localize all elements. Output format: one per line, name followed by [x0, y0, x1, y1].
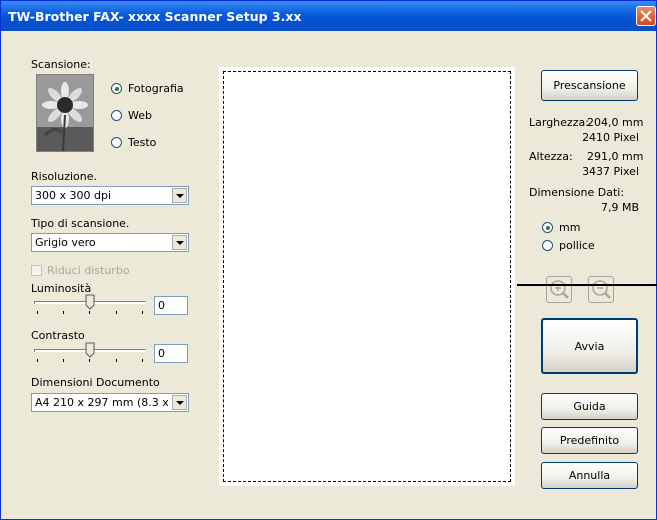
width-px-value: 2410 Pixel	[582, 131, 639, 144]
width-label: Larghezza:	[529, 116, 589, 129]
tick	[142, 359, 143, 362]
brightness-value: 0	[158, 299, 165, 312]
tick	[63, 359, 64, 362]
document-size-select[interactable]: A4 210 x 297 mm (8.3 x 11.	[31, 393, 189, 412]
brightness-input[interactable]: 0	[154, 296, 188, 315]
radio-photo[interactable]	[111, 83, 122, 94]
chevron-down-icon[interactable]	[172, 188, 187, 203]
start-button[interactable]: Avvia	[541, 318, 638, 374]
start-label: Avvia	[574, 340, 605, 353]
tick	[116, 359, 117, 362]
resolution-value: 300 x 300 dpi	[35, 189, 112, 202]
tick	[37, 359, 38, 362]
brightness-slider-thumb[interactable]	[85, 294, 95, 310]
resolution-label: Risoluzione.	[31, 170, 97, 183]
noise-reduction-checkbox[interactable]	[31, 265, 42, 276]
default-button[interactable]: Predefinito	[541, 427, 638, 454]
cancel-label: Annulla	[568, 469, 611, 482]
scan-type-select[interactable]: Grigio vero	[31, 233, 189, 252]
document-size-label: Dimensioni Documento	[31, 376, 160, 389]
height-mm-value: 291,0 mm	[587, 150, 644, 163]
contrast-label: Contrasto	[31, 329, 85, 342]
radio-unit-inch[interactable]	[542, 240, 553, 251]
divider-line	[517, 284, 657, 286]
data-size-value: 7,9 MB	[600, 201, 639, 214]
close-icon	[640, 10, 652, 22]
radio-web[interactable]	[111, 110, 122, 121]
unit-inch-label: pollice	[559, 239, 595, 252]
help-label: Guida	[573, 400, 606, 413]
contrast-value: 0	[158, 347, 165, 360]
brightness-label: Luminosità	[31, 282, 92, 295]
chevron-down-icon[interactable]	[172, 395, 187, 410]
prescan-button[interactable]: Prescansione	[541, 70, 638, 101]
title-bar[interactable]: TW-Brother FAX- xxxx Scanner Setup 3.xx	[1, 1, 656, 31]
resolution-select[interactable]: 300 x 300 dpi	[31, 186, 189, 205]
tick	[63, 311, 64, 314]
window-title: TW-Brother FAX- xxxx Scanner Setup 3.xx	[8, 9, 302, 24]
scan-region[interactable]	[222, 70, 512, 483]
unit-mm-label: mm	[559, 221, 581, 234]
zoom-out-button[interactable]	[588, 276, 614, 303]
scan-type-label: Tipo di scansione.	[31, 217, 130, 230]
noise-reduction-label: Riduci disturbo	[47, 264, 130, 277]
radio-photo-label: Fotografia	[128, 82, 184, 95]
preview-area[interactable]	[219, 67, 515, 486]
zoom-out-icon	[592, 280, 611, 299]
scan-label: Scansione:	[31, 58, 91, 71]
close-button[interactable]	[636, 6, 656, 26]
zoom-in-button[interactable]	[546, 276, 572, 303]
data-size-label: Dimensione Dati:	[529, 186, 625, 199]
contrast-input[interactable]: 0	[154, 344, 188, 363]
tick	[142, 311, 143, 314]
tick	[89, 311, 90, 314]
tick	[37, 311, 38, 314]
scan-type-value: Grigio vero	[35, 236, 96, 249]
radio-text-label: Testo	[128, 136, 157, 149]
cancel-button[interactable]: Annulla	[541, 462, 638, 489]
tick	[89, 359, 90, 362]
prescan-label: Prescansione	[553, 79, 626, 92]
radio-text[interactable]	[111, 137, 122, 148]
help-button[interactable]: Guida	[541, 393, 638, 420]
zoom-in-icon	[550, 280, 569, 299]
tick	[116, 311, 117, 314]
document-size-value: A4 210 x 297 mm (8.3 x 11.	[35, 396, 170, 409]
chevron-down-icon[interactable]	[172, 235, 187, 250]
sunflower-photo-icon	[36, 74, 94, 152]
default-label: Predefinito	[559, 434, 620, 447]
height-label: Altezza:	[529, 150, 573, 163]
radio-unit-mm[interactable]	[542, 222, 553, 233]
contrast-slider-thumb[interactable]	[85, 342, 95, 358]
scanner-setup-window: TW-Brother FAX- xxxx Scanner Setup 3.xx …	[0, 0, 657, 520]
height-px-value: 3437 Pixel	[582, 165, 639, 178]
radio-web-label: Web	[128, 109, 152, 122]
width-mm-value: 204,0 mm	[587, 116, 644, 129]
